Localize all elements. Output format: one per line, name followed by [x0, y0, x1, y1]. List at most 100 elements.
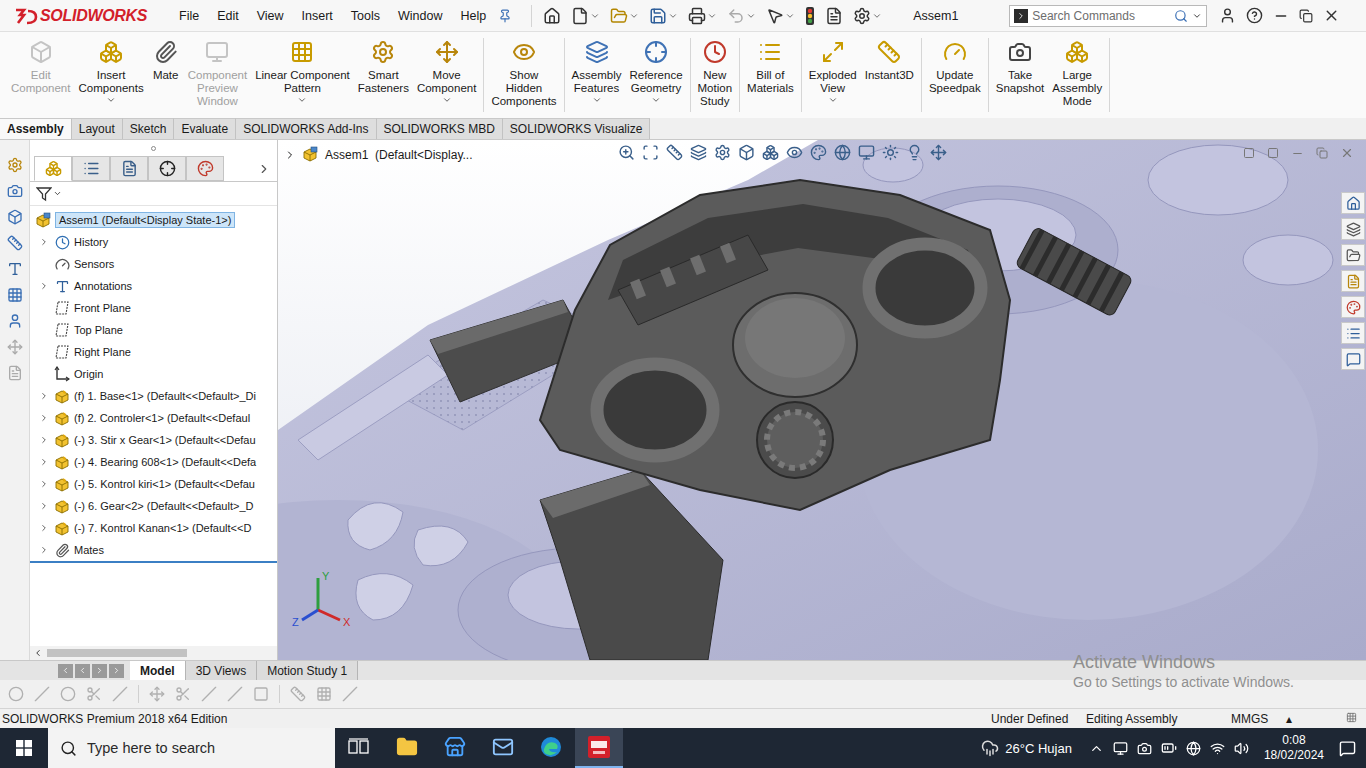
command-icon[interactable]	[1065, 40, 1089, 64]
heads-up-button[interactable]	[618, 144, 635, 161]
menu-item[interactable]: File	[170, 7, 208, 25]
view-icon[interactable]	[738, 144, 755, 161]
taskbar-app[interactable]	[335, 728, 383, 768]
weather-icon[interactable]	[981, 739, 999, 757]
volume-icon[interactable]	[1234, 741, 1249, 756]
heads-up-button[interactable]	[882, 144, 899, 161]
explorer-icon[interactable]	[396, 736, 418, 758]
tree-label[interactable]: (-) 3. Stir x Gear<1> (Default<<Defau	[74, 434, 256, 446]
command-icon[interactable]	[585, 40, 609, 64]
tree-item[interactable]: (-) 3. Stir x Gear<1> (Default<<Defau	[30, 429, 277, 451]
expander[interactable]	[38, 413, 50, 423]
dropdown-caret-icon[interactable]	[106, 95, 116, 105]
view-icon[interactable]	[930, 144, 947, 161]
tree-item[interactable]: History	[30, 231, 277, 253]
command-icon[interactable]	[154, 40, 178, 64]
tree-item[interactable]: Mates	[30, 539, 277, 561]
expander[interactable]	[38, 391, 50, 401]
task-pane-tab[interactable]	[1341, 322, 1365, 344]
caret-icon[interactable]	[1192, 11, 1202, 21]
command-icon[interactable]	[435, 40, 459, 64]
command-tab[interactable]: SOLIDWORKS Add-Ins	[236, 118, 376, 139]
scroll-arrow-icon[interactable]	[112, 666, 121, 675]
scroll-thumb[interactable]	[47, 649, 187, 657]
configurations-icon[interactable]	[121, 160, 138, 177]
tab-scroll-button[interactable]	[109, 664, 124, 678]
caret-icon[interactable]	[590, 11, 600, 21]
caret-icon[interactable]	[53, 189, 62, 198]
open-icon[interactable]	[610, 7, 628, 25]
file-properties-icon[interactable]	[825, 7, 843, 25]
heads-up-button[interactable]	[930, 144, 947, 161]
battery-icon[interactable]	[1161, 740, 1177, 756]
save-icon[interactable]	[649, 7, 667, 25]
heads-up-button[interactable]	[906, 144, 923, 161]
tree-label[interactable]: Right Plane	[74, 346, 131, 358]
select-icon[interactable]	[766, 7, 784, 25]
tree-label[interactable]: Mates	[74, 544, 104, 556]
scroll-arrow-icon[interactable]	[95, 666, 104, 675]
heads-up-button[interactable]	[762, 144, 779, 161]
undo-icon[interactable]	[727, 7, 745, 25]
sketch-tool-icon[interactable]	[112, 686, 128, 702]
strip-button[interactable]	[6, 260, 24, 278]
tool-icon[interactable]	[7, 235, 23, 251]
command-icon[interactable]	[290, 40, 314, 64]
view-icon[interactable]	[858, 144, 875, 161]
tree-label[interactable]: Origin	[74, 368, 103, 380]
search-commands[interactable]: Search Commands	[1009, 5, 1207, 27]
graphics-area[interactable]: Assem1 (Default<Display...YXZ	[278, 140, 1366, 660]
view-icon[interactable]	[714, 144, 731, 161]
filter-icon[interactable]	[36, 186, 52, 202]
minimize-icon[interactable]	[1291, 147, 1304, 160]
tray-overflow-icon[interactable]	[1089, 741, 1104, 756]
panel-tab[interactable]	[34, 156, 72, 181]
model-view[interactable]	[278, 140, 1366, 660]
expand-icon[interactable]	[39, 501, 49, 511]
tree-label[interactable]: (f) 2. Controler<1> (Default<<Defaul	[74, 412, 250, 424]
menu-item[interactable]: Insert	[293, 7, 342, 25]
panel-tab[interactable]	[110, 156, 148, 181]
menu-item[interactable]: Tools	[342, 7, 389, 25]
tree-item[interactable]: Top Plane	[30, 319, 277, 341]
user-icon[interactable]	[1219, 7, 1236, 24]
sketch-tool-icon[interactable]	[8, 686, 24, 702]
rebuild-icon[interactable]	[805, 7, 815, 25]
ribbon-button[interactable]: Mate	[148, 38, 184, 82]
ribbon-button[interactable]: ReferenceGeometry	[625, 38, 686, 105]
strip-button[interactable]	[6, 182, 24, 200]
start-button[interactable]	[0, 728, 48, 768]
ribbon-button[interactable]: ShowHiddenComponents	[487, 38, 560, 108]
strip-button[interactable]	[6, 234, 24, 252]
expand-icon[interactable]	[39, 479, 49, 489]
task-pane-icon[interactable]	[1346, 326, 1361, 341]
tree-item[interactable]: (f) 1. Base<1> (Default<<Default>_Di	[30, 385, 277, 407]
task-pane-icon[interactable]	[1346, 248, 1361, 263]
edge-icon[interactable]	[539, 735, 563, 759]
clock-time[interactable]: 0:08	[1282, 733, 1305, 748]
view-icon[interactable]	[690, 144, 707, 161]
strip-button[interactable]	[6, 208, 24, 226]
view-icon[interactable]	[786, 144, 803, 161]
command-icon[interactable]	[1008, 40, 1032, 64]
solidworks-app-icon[interactable]	[587, 735, 611, 759]
strip-button[interactable]	[6, 364, 24, 382]
dropdown-caret-icon[interactable]	[651, 95, 661, 105]
view-icon[interactable]	[618, 144, 635, 161]
tree-label[interactable]: (-) 7. Kontrol Kanan<1> (Default<<D	[74, 522, 251, 534]
task-pane-tab[interactable]	[1341, 192, 1365, 214]
command-icon[interactable]	[512, 40, 536, 64]
sketch-tool-icon[interactable]	[201, 686, 217, 702]
dropdown-caret-icon[interactable]	[828, 95, 838, 105]
caret-icon[interactable]	[872, 11, 882, 21]
breadcrumb-label[interactable]: Assem1 (Default<Display...	[325, 148, 473, 162]
strip-button[interactable]	[6, 286, 24, 304]
expander[interactable]	[38, 501, 50, 511]
sketch-tool-icon[interactable]	[86, 686, 102, 702]
caret-icon[interactable]	[785, 11, 795, 21]
command-icon[interactable]	[877, 40, 901, 64]
heads-up-button[interactable]	[738, 144, 755, 161]
tree-item[interactable]: Origin	[30, 363, 277, 385]
dropdown-caret-icon[interactable]	[592, 95, 602, 105]
caret-icon[interactable]	[629, 11, 639, 21]
